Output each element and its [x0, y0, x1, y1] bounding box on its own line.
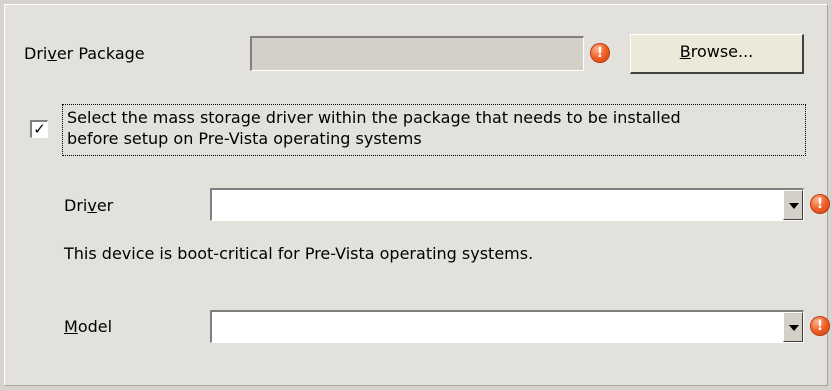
browse-button[interactable]: Browse... [630, 34, 804, 74]
model-label: Model [64, 317, 113, 336]
error-icon: ! [810, 316, 830, 336]
driver-package-field[interactable] [250, 36, 584, 71]
checkmark-icon: ✓ [33, 120, 46, 138]
error-icon: ! [590, 43, 610, 63]
mass-storage-checkbox[interactable]: ✓ [30, 120, 48, 138]
chevron-down-icon[interactable] [783, 190, 803, 220]
driver-package-label: Driver Package [24, 44, 145, 63]
driver-label: Driver [64, 196, 114, 215]
boot-critical-note: This device is boot-critical for Pre-Vis… [64, 244, 534, 263]
mass-storage-label-line1: Select the mass storage driver within th… [67, 108, 681, 127]
mass-storage-checkbox-label[interactable]: Select the mass storage driver within th… [62, 104, 806, 156]
model-dropdown[interactable] [210, 310, 804, 343]
driver-dropdown[interactable] [210, 188, 804, 221]
mass-storage-label-line2: before setup on Pre-Vista operating syst… [67, 129, 422, 148]
error-icon: ! [810, 194, 830, 214]
chevron-down-icon[interactable] [783, 312, 803, 342]
